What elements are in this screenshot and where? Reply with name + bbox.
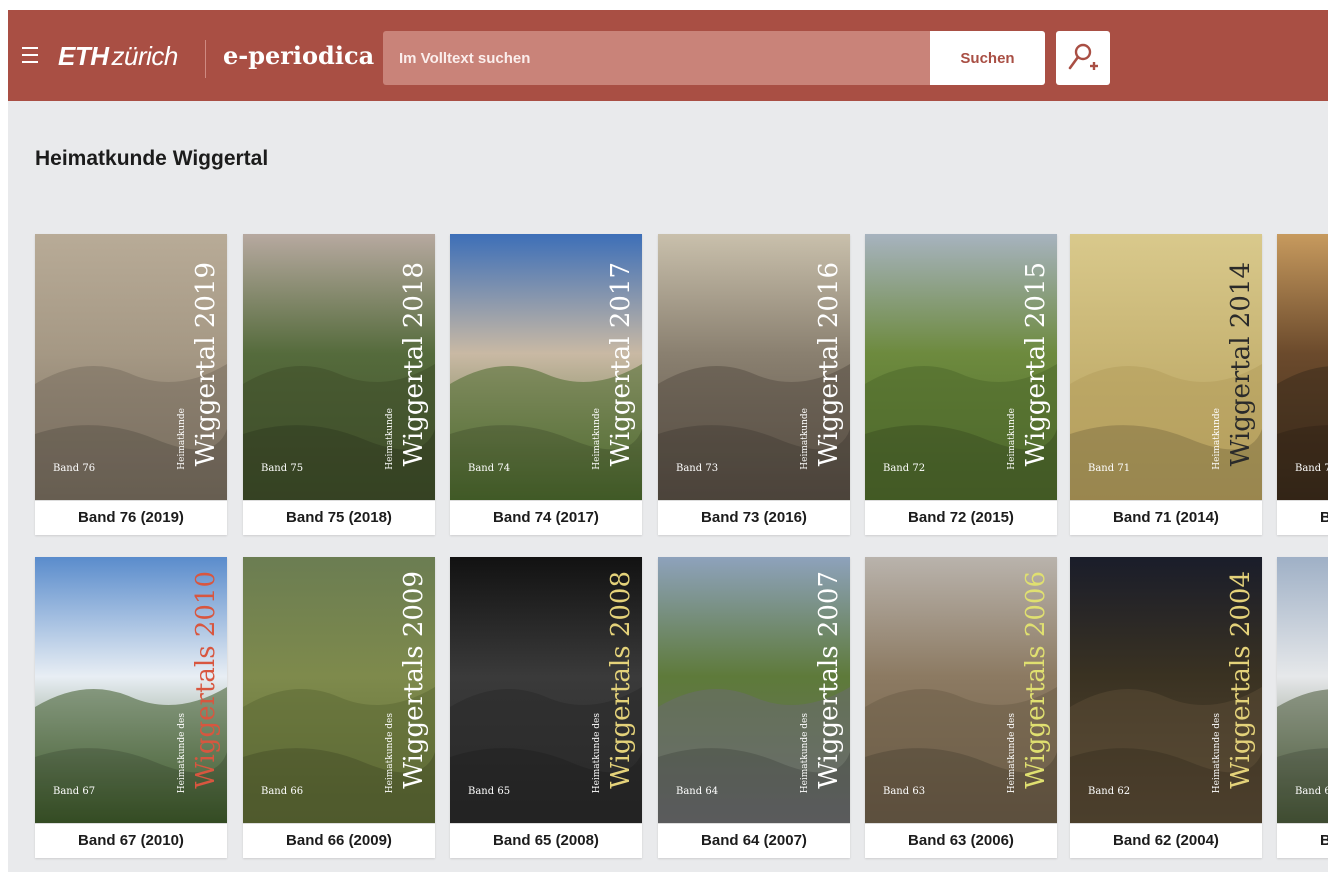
e-periodica-logo[interactable]: e-periodica xyxy=(223,41,374,70)
volume-caption[interactable]: Band 75 (2018) xyxy=(243,500,435,535)
search-button[interactable]: Suchen xyxy=(930,31,1045,85)
volume-card[interactable]: Heimatkunde Wiggertal 2014 Band 71 Band 71 … xyxy=(1070,234,1262,535)
volume-caption[interactable]: Band 73 (2016) xyxy=(658,500,850,535)
cover-band-number: Band 64 xyxy=(676,786,719,797)
volume-cover-image[interactable]: HeimatkundeWiggertal 2013Band 70 xyxy=(1277,234,1328,500)
cover-title: Wiggertals 2010 xyxy=(191,571,221,789)
cover-title: Wiggertal 2017 xyxy=(606,261,636,466)
cover-title: Wiggertal 2018 xyxy=(399,261,429,466)
page-frame: ETHzürich e-periodica Suchen Heimatkunde… xyxy=(8,10,1328,872)
volume-cover-image[interactable]: Heimatkunde Wiggertal 2014 Band 71 xyxy=(1070,234,1262,500)
volume-caption[interactable]: Band 72 (2015) xyxy=(865,500,1057,535)
volume-cover-image[interactable]: Heimatkunde Wiggertal 2017 Band 74 xyxy=(450,234,642,500)
volume-caption[interactable]: Band 67 (2010) xyxy=(35,823,227,858)
volume-card[interactable]: Heimatkunde des Wiggertals 2008 Band 65 Ban… xyxy=(450,557,642,858)
logo-divider xyxy=(205,40,206,78)
cover-title: Wiggertals 2004 xyxy=(1226,571,1256,789)
cover-title: Wiggertal 2019 xyxy=(191,261,221,466)
volume-card[interactable]: Heimatkunde des Wiggertals 2007 Band 64 Ban… xyxy=(658,557,850,858)
volume-card[interactable]: Heimatkunde desWiggertals 2003Band 61Ban… xyxy=(1277,557,1328,858)
cover-title: Wiggertals 2009 xyxy=(399,571,429,789)
volume-cover-image[interactable]: Heimatkunde Wiggertal 2015 Band 72 xyxy=(865,234,1057,500)
cover-subtitle: Heimatkunde xyxy=(177,408,187,470)
volume-caption[interactable]: Band 63 (2006) xyxy=(865,823,1057,858)
person-search-plus-icon xyxy=(1068,43,1098,70)
volume-card[interactable]: Heimatkunde Wiggertal 2015 Band 72 Band 72 … xyxy=(865,234,1057,535)
volume-caption[interactable]: Band 62 (2004) xyxy=(1070,823,1262,858)
volume-cover-image[interactable]: Heimatkunde des Wiggertals 2006 Band 63 xyxy=(865,557,1057,823)
cover-subtitle: Heimatkunde xyxy=(1212,408,1222,470)
cover-subtitle: Heimatkunde des xyxy=(385,712,395,793)
cover-band-number: Band 71 xyxy=(1088,463,1131,474)
cover-subtitle: Heimatkunde xyxy=(800,408,810,470)
cover-title: Wiggertal 2014 xyxy=(1226,261,1256,466)
volume-card[interactable]: HeimatkundeWiggertal 2013Band 70Band 70 … xyxy=(1277,234,1328,535)
volume-card[interactable]: Heimatkunde des Wiggertals 2006 Band 63 Ban… xyxy=(865,557,1057,858)
volume-caption[interactable]: Band 64 (2007) xyxy=(658,823,850,858)
volume-card[interactable]: Heimatkunde Wiggertal 2017 Band 74 Band 74 … xyxy=(450,234,642,535)
volume-cover-image[interactable]: Heimatkunde Wiggertal 2019 Band 76 xyxy=(35,234,227,500)
volume-card[interactable]: Heimatkunde Wiggertal 2016 Band 73 Band 73 … xyxy=(658,234,850,535)
volume-caption[interactable]: Band 66 (2009) xyxy=(243,823,435,858)
cover-title: Wiggertals 2006 xyxy=(1021,571,1051,789)
cover-band-number: Band 76 xyxy=(53,463,96,474)
volume-caption[interactable]: Band 71 (2014) xyxy=(1070,500,1262,535)
cover-title: Wiggertals 2008 xyxy=(606,571,636,789)
cover-subtitle: Heimatkunde des xyxy=(177,712,187,793)
cover-band-number: Band 67 xyxy=(53,786,96,797)
advanced-search-button[interactable] xyxy=(1056,31,1110,85)
cover-band-number: Band 72 xyxy=(883,463,926,474)
cover-band-number: Band 62 xyxy=(1088,786,1131,797)
page-title: Heimatkunde Wiggertal xyxy=(35,147,269,170)
volume-card[interactable]: Heimatkunde des Wiggertals 2010 Band 67 Ban… xyxy=(35,557,227,858)
volume-caption[interactable]: Band 70 (2013) xyxy=(1277,500,1328,535)
cover-title: Wiggertal 2015 xyxy=(1021,261,1051,466)
cover-subtitle: Heimatkunde xyxy=(592,408,602,470)
volume-card[interactable]: Heimatkunde Wiggertal 2019 Band 76 Band 76 … xyxy=(35,234,227,535)
volume-cover-image[interactable]: Heimatkunde des Wiggertals 2008 Band 65 xyxy=(450,557,642,823)
cover-band-number: Band 66 xyxy=(261,786,304,797)
volume-cover-image[interactable]: Heimatkunde desWiggertals 2003Band 61 xyxy=(1277,557,1328,823)
cover-band-number: Band 74 xyxy=(468,463,511,474)
cover-subtitle: Heimatkunde xyxy=(385,408,395,470)
cover-subtitle: Heimatkunde des xyxy=(1007,712,1017,793)
volume-caption[interactable]: Band 65 (2008) xyxy=(450,823,642,858)
cover-band-number: Band 65 xyxy=(468,786,511,797)
cover-band-number: Band 63 xyxy=(883,786,926,797)
eth-zurich-logo[interactable]: ETH zürich xyxy=(58,41,178,72)
volume-card[interactable]: Heimatkunde des Wiggertals 2004 Band 62 Ban… xyxy=(1070,557,1262,858)
volume-cover-image[interactable]: Heimatkunde des Wiggertals 2009 Band 66 xyxy=(243,557,435,823)
cover-band-number: Band 75 xyxy=(261,463,304,474)
volume-cover-image[interactable]: Heimatkunde des Wiggertals 2010 Band 67 xyxy=(35,557,227,823)
cover-band-number: Band 70 xyxy=(1295,463,1328,474)
volume-caption[interactable]: Band 76 (2019) xyxy=(35,500,227,535)
volume-cover-image[interactable]: Heimatkunde Wiggertal 2018 Band 75 xyxy=(243,234,435,500)
cover-title: Wiggertals 2007 xyxy=(814,571,844,789)
cover-band-number: Band 61 xyxy=(1295,786,1328,797)
top-navigation-bar: ETHzürich e-periodica Suchen xyxy=(8,10,1328,101)
fulltext-search-input[interactable] xyxy=(383,31,931,85)
cover-band-number: Band 73 xyxy=(676,463,719,474)
menu-icon[interactable] xyxy=(22,47,38,63)
volume-caption[interactable]: Band 61 (2003) xyxy=(1277,823,1328,858)
volume-cover-image[interactable]: Heimatkunde des Wiggertals 2007 Band 64 xyxy=(658,557,850,823)
cover-subtitle: Heimatkunde xyxy=(1007,408,1017,470)
cover-subtitle: Heimatkunde des xyxy=(592,712,602,793)
cover-subtitle: Heimatkunde des xyxy=(1212,712,1222,793)
volume-cover-image[interactable]: Heimatkunde Wiggertal 2016 Band 73 xyxy=(658,234,850,500)
cover-title: Wiggertal 2016 xyxy=(814,261,844,466)
volume-caption[interactable]: Band 74 (2017) xyxy=(450,500,642,535)
volume-cover-image[interactable]: Heimatkunde des Wiggertals 2004 Band 62 xyxy=(1070,557,1262,823)
volume-card[interactable]: Heimatkunde Wiggertal 2018 Band 75 Band 75 … xyxy=(243,234,435,535)
cover-subtitle: Heimatkunde des xyxy=(800,712,810,793)
volume-card[interactable]: Heimatkunde des Wiggertals 2009 Band 66 Ban… xyxy=(243,557,435,858)
